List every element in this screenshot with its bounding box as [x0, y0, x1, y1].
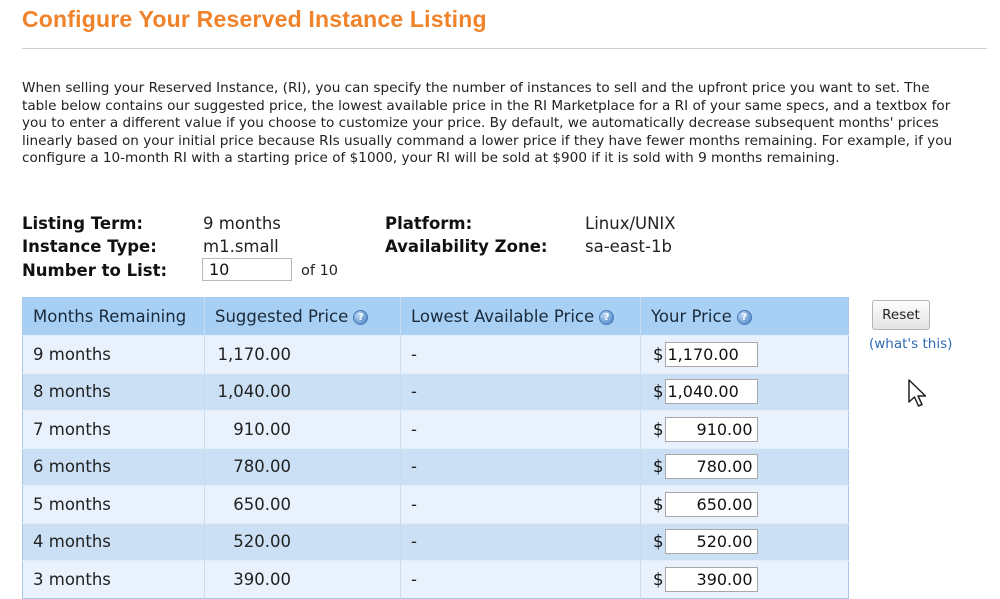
- table-row: 4 months 520.00 - $: [22, 522, 849, 561]
- availability-zone-label: Availability Zone:: [385, 237, 548, 256]
- your-price-input[interactable]: [664, 416, 758, 442]
- your-price-input[interactable]: [664, 566, 758, 592]
- your-price-input[interactable]: [664, 341, 758, 367]
- platform-label: Platform:: [385, 214, 473, 233]
- pricing-table: Months Remaining Suggested Price? Lowest…: [22, 297, 849, 599]
- table-row: 7 months 910.00 - $: [22, 410, 849, 448]
- lowest-price-header-label: Lowest Available Price: [411, 307, 595, 326]
- currency-symbol: $: [653, 457, 664, 477]
- reset-button[interactable]: Reset: [872, 300, 930, 330]
- months-remaining-cell: 5 months: [22, 485, 205, 523]
- number-to-list-label: Number to List:: [22, 261, 168, 280]
- suggested-price-cell: 650.00: [204, 485, 401, 523]
- suggested-price-value: 780.00: [233, 457, 291, 477]
- lowest-price-cell: -: [400, 335, 641, 373]
- table-row: 6 months 780.00 - $: [22, 447, 849, 486]
- your-price-cell: $: [640, 447, 849, 486]
- table-row: 5 months 650.00 - $: [22, 485, 849, 523]
- months-remaining-cell: 9 months: [22, 335, 205, 373]
- your-price-cell: $: [640, 560, 849, 598]
- lowest-price-cell: -: [400, 410, 641, 448]
- months-remaining-cell: 6 months: [22, 447, 205, 486]
- your-price-cell: $: [640, 522, 849, 561]
- currency-symbol: $: [653, 569, 664, 589]
- lowest-price-cell: -: [400, 485, 641, 523]
- currency-symbol: $: [653, 344, 664, 364]
- listing-term-label: Listing Term:: [22, 214, 144, 233]
- your-price-header: Your Price?: [640, 297, 849, 336]
- platform-value: Linux/UNIX: [585, 214, 676, 233]
- help-icon[interactable]: ?: [599, 310, 615, 325]
- mouse-pointer-icon: [908, 379, 927, 407]
- currency-symbol: $: [653, 419, 664, 439]
- suggested-price-cell: 1,170.00: [204, 335, 401, 373]
- lowest-price-cell: -: [400, 560, 641, 598]
- months-remaining-cell: 7 months: [22, 410, 205, 448]
- your-price-cell: $: [640, 372, 849, 411]
- suggested-price-value: 650.00: [233, 494, 291, 514]
- lowest-price-cell: -: [400, 372, 641, 411]
- listing-term-value: 9 months: [203, 214, 281, 233]
- your-price-cell: $: [640, 335, 849, 373]
- currency-symbol: $: [653, 382, 664, 402]
- your-price-cell: $: [640, 410, 849, 448]
- title-divider: [22, 48, 987, 49]
- suggested-price-header: Suggested Price?: [204, 297, 401, 336]
- suggested-price-header-label: Suggested Price: [215, 307, 349, 326]
- whats-this-link[interactable]: (what's this): [869, 336, 952, 352]
- help-icon[interactable]: ?: [353, 310, 369, 325]
- your-price-input[interactable]: [664, 529, 758, 555]
- page-title: Configure Your Reserved Instance Listing: [22, 6, 487, 32]
- number-to-list-input[interactable]: [202, 258, 292, 281]
- months-remaining-cell: 8 months: [22, 372, 205, 411]
- your-price-input[interactable]: [664, 454, 758, 480]
- availability-zone-value: sa-east-1b: [585, 237, 672, 256]
- pricing-table-header: Months Remaining Suggested Price? Lowest…: [22, 297, 849, 336]
- months-remaining-header-label: Months Remaining: [33, 307, 187, 326]
- lowest-price-cell: -: [400, 522, 641, 561]
- your-price-input[interactable]: [664, 379, 758, 405]
- months-remaining-cell: 3 months: [22, 560, 205, 598]
- lowest-price-cell: -: [400, 447, 641, 486]
- suggested-price-cell: 390.00: [204, 560, 401, 598]
- currency-symbol: $: [653, 494, 664, 514]
- suggested-price-cell: 1,040.00: [204, 372, 401, 411]
- suggested-price-value: 520.00: [233, 532, 291, 552]
- intro-paragraph: When selling your Reserved Instance, (RI…: [22, 80, 953, 166]
- suggested-price-value: 1,040.00: [217, 382, 291, 402]
- table-row: 9 months 1,170.00 - $: [22, 335, 849, 373]
- instance-type-label: Instance Type:: [22, 237, 157, 256]
- instance-type-value: m1.small: [203, 237, 279, 256]
- suggested-price-value: 910.00: [233, 419, 291, 439]
- your-price-input[interactable]: [664, 491, 758, 517]
- your-price-cell: $: [640, 485, 849, 523]
- suggested-price-value: 390.00: [233, 569, 291, 589]
- currency-symbol: $: [653, 532, 664, 552]
- lowest-price-header: Lowest Available Price?: [400, 297, 641, 336]
- your-price-header-label: Your Price: [651, 307, 732, 326]
- table-row: 3 months 390.00 - $: [22, 560, 849, 598]
- suggested-price-cell: 520.00: [204, 522, 401, 561]
- suggested-price-value: 1,170.00: [217, 344, 291, 364]
- suggested-price-cell: 780.00: [204, 447, 401, 486]
- suggested-price-cell: 910.00: [204, 410, 401, 448]
- table-row: 8 months 1,040.00 - $: [22, 372, 849, 411]
- months-remaining-header: Months Remaining: [22, 297, 205, 336]
- number-total-text: of 10: [301, 263, 339, 279]
- months-remaining-cell: 4 months: [22, 522, 205, 561]
- help-icon[interactable]: ?: [736, 310, 752, 325]
